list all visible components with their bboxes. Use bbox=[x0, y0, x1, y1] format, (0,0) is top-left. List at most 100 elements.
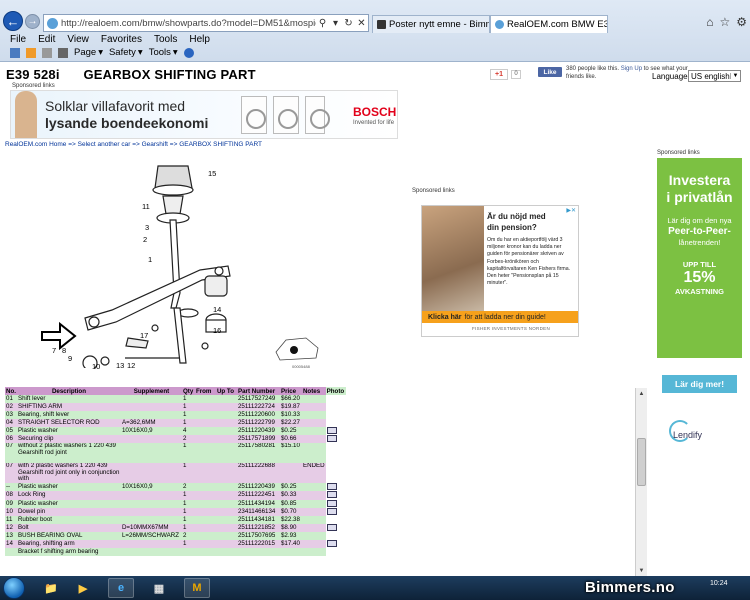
refresh-icon[interactable]: ↻ bbox=[342, 18, 355, 29]
home-icon[interactable]: ⌂ bbox=[706, 15, 713, 29]
ad-choices-icon[interactable]: ▶✕ bbox=[566, 207, 576, 214]
table-row[interactable]: 13 BUSH BEARING OVAL L=26MM/SCHWARZ 2 251175… bbox=[5, 531, 346, 540]
tools-menu[interactable]: Tools ▾ bbox=[149, 47, 178, 58]
table-row[interactable]: 14 Bearing, shifting arm 1 25111222015 $17.4… bbox=[5, 539, 346, 549]
lendify-ad[interactable]: Investera i privatlån Lär dig om den nya… bbox=[657, 158, 742, 538]
camera-icon[interactable] bbox=[326, 523, 337, 531]
cell-part-number[interactable]: 25111221852 bbox=[236, 523, 280, 532]
menu-view[interactable]: View bbox=[67, 34, 89, 45]
language-select[interactable]: US english ▼ bbox=[688, 70, 741, 82]
breadcrumb-select-car[interactable]: Select another car bbox=[78, 141, 131, 148]
table-row[interactable]: 11 Rubber boot 1 25111434181 $22.38 bbox=[5, 515, 346, 524]
menu-tools[interactable]: Tools bbox=[154, 34, 177, 45]
cell-part-number[interactable]: 25111220439 bbox=[236, 483, 280, 492]
callout[interactable]: 16 bbox=[213, 326, 221, 335]
table-row[interactable]: 07 without 2 plastic washers 1 220 439 Ge… bbox=[5, 443, 346, 464]
table-row[interactable]: Bracket f shifting arm bearing bbox=[5, 548, 346, 557]
home-page-icon[interactable] bbox=[10, 47, 20, 58]
camera-icon[interactable] bbox=[326, 539, 337, 547]
table-row[interactable]: 12 Bolt D=10MMX67MM 1 25111221852 $8.90 bbox=[5, 523, 346, 532]
help-icon[interactable] bbox=[183, 47, 194, 58]
cell-photo[interactable] bbox=[325, 491, 346, 500]
facebook-like-button[interactable]: Like bbox=[538, 67, 562, 77]
menu-edit[interactable]: Edit bbox=[38, 34, 55, 45]
cell-part-number[interactable]: 25111222688 bbox=[236, 463, 280, 484]
table-row[interactable]: 07 with 2 plastic washers 1 220 439 Gears… bbox=[5, 463, 346, 484]
cell-part-number[interactable]: 25117527249 bbox=[236, 395, 280, 403]
cell-part-number[interactable]: 25111434181 bbox=[236, 515, 280, 524]
search-icon[interactable]: ⚲ bbox=[316, 18, 329, 29]
ad-cta-button[interactable]: Klicka här för att ladda ner din guide! bbox=[422, 311, 578, 323]
back-button[interactable]: ← bbox=[3, 11, 23, 31]
table-row[interactable]: 08 Lock Ring 1 25111222451 $0.33 bbox=[5, 491, 346, 500]
callout[interactable]: 15 bbox=[208, 169, 216, 178]
cell-part-number[interactable]: 25117571899 bbox=[236, 435, 280, 444]
cell-photo[interactable] bbox=[325, 427, 346, 436]
callout-10[interactable]: 10 bbox=[92, 362, 100, 371]
table-row[interactable]: 09 Plastic washer 1 25111434194 $0.85 bbox=[5, 499, 346, 508]
cell-part-number[interactable]: 25111222015 bbox=[236, 539, 280, 549]
breadcrumb-gearshift[interactable]: Gearshift bbox=[142, 141, 168, 148]
menu-help[interactable]: Help bbox=[189, 34, 210, 45]
cell-photo[interactable] bbox=[325, 483, 346, 492]
table-row[interactable]: -- Plastic washer 10X16X0,9 2 25111220439 $0.… bbox=[5, 483, 346, 492]
safety-menu[interactable]: Safety ▾ bbox=[109, 47, 143, 58]
breadcrumb-home[interactable]: RealOEM.com Home bbox=[5, 141, 66, 148]
cell-part-number[interactable]: 25111434194 bbox=[236, 499, 280, 508]
cell-part-number[interactable]: 25111222799 bbox=[236, 419, 280, 427]
cell-photo[interactable] bbox=[325, 507, 346, 516]
start-button[interactable] bbox=[3, 577, 25, 599]
callout[interactable]: 12 bbox=[127, 361, 135, 368]
table-row[interactable]: 05 Plastic washer 10X16X0,9 4 25111220439 $0.… bbox=[5, 427, 346, 436]
callout-7[interactable]: 7 bbox=[52, 346, 56, 355]
stop-icon[interactable]: ✕ bbox=[355, 18, 368, 29]
menu-file[interactable]: File bbox=[10, 34, 26, 45]
lendify-learn-more-button[interactable]: Lär dig mer! bbox=[662, 375, 737, 393]
cell-photo[interactable] bbox=[325, 435, 346, 444]
camera-icon[interactable] bbox=[326, 427, 337, 434]
print-icon[interactable] bbox=[58, 47, 68, 58]
clock[interactable]: 10:24 bbox=[710, 579, 728, 588]
fb-signup-link[interactable]: Sign Up bbox=[621, 66, 642, 72]
google-plus-button[interactable]: +1 bbox=[490, 69, 508, 80]
forward-button[interactable]: → bbox=[25, 14, 40, 29]
cell-part-number[interactable]: 25111220439 bbox=[236, 427, 280, 436]
mail-icon[interactable] bbox=[42, 47, 52, 58]
table-row[interactable]: 04 STRAIGHT SELECTOR ROD A=362,6MM 1 2511122… bbox=[5, 419, 346, 427]
tab-bimmers[interactable]: Poster nytt emne - Bimmers.no bbox=[372, 15, 490, 33]
callout[interactable]: 11 bbox=[142, 202, 150, 211]
menu-favorites[interactable]: Favorites bbox=[101, 34, 142, 45]
media-player-icon[interactable]: ▶ bbox=[70, 578, 96, 598]
calculator-icon[interactable]: ▦ bbox=[146, 578, 172, 598]
dropdown-icon[interactable]: ▾ bbox=[329, 18, 342, 29]
pension-ad[interactable]: ▶✕ Är du nöjd med din pension? Om du har… bbox=[421, 205, 579, 337]
cell-photo[interactable] bbox=[325, 499, 346, 508]
internet-explorer-icon[interactable]: e bbox=[108, 578, 134, 598]
callout[interactable]: 1 bbox=[148, 255, 152, 264]
table-row[interactable]: 10 Dowel pin 1 23411466134 $0.70 bbox=[5, 507, 346, 516]
car-thumbnail[interactable]: 00005488 bbox=[272, 330, 322, 370]
feeds-icon[interactable] bbox=[26, 47, 36, 58]
callout[interactable]: 14 bbox=[213, 305, 221, 314]
page-menu[interactable]: Page ▾ bbox=[74, 47, 103, 58]
cell-part-number[interactable]: 25111222724 bbox=[236, 403, 280, 411]
favorites-star-icon[interactable]: ☆ bbox=[719, 15, 730, 29]
table-row[interactable]: 06 Securing clip 2 25117571899 $0.66 bbox=[5, 435, 346, 444]
cell-part-number[interactable]: 25111222451 bbox=[236, 491, 280, 500]
callout[interactable]: 17 bbox=[140, 331, 148, 340]
camera-icon[interactable] bbox=[326, 435, 337, 443]
cell-part-number[interactable]: 23411466134 bbox=[236, 507, 280, 516]
cell-photo[interactable] bbox=[325, 523, 346, 532]
explorer-icon[interactable]: 📁 bbox=[38, 578, 64, 598]
scroll-up-icon[interactable]: ▲ bbox=[636, 388, 647, 399]
camera-icon[interactable] bbox=[326, 507, 337, 515]
callout[interactable]: 3 bbox=[145, 223, 149, 232]
scroll-thumb[interactable] bbox=[637, 438, 646, 486]
callout[interactable]: 13 bbox=[116, 361, 124, 368]
vertical-scrollbar[interactable]: ▲ ▼ bbox=[635, 388, 647, 576]
callout-9[interactable]: 9 bbox=[68, 354, 72, 363]
cell-part-number[interactable] bbox=[236, 548, 280, 557]
cell-part-number[interactable]: 25117580281 bbox=[236, 443, 280, 464]
address-url[interactable]: http://realoem.com/bmw/showparts.do?mode… bbox=[61, 18, 316, 29]
cell-part-number[interactable]: 25111220600 bbox=[236, 411, 280, 419]
